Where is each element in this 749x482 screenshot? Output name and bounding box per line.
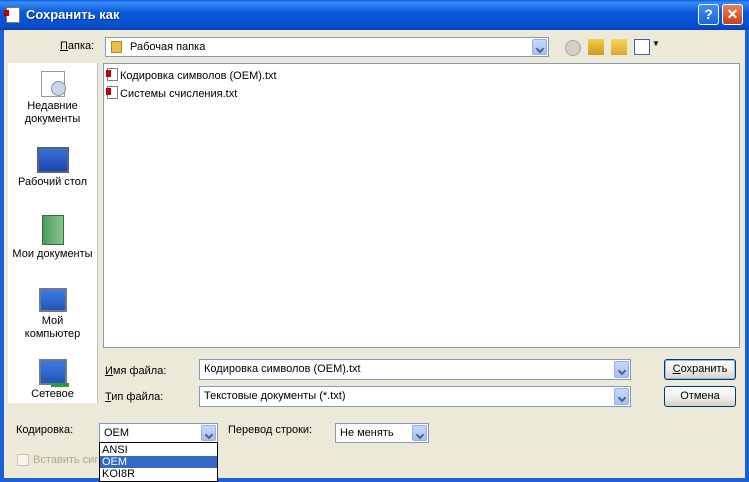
place-label: Рабочий стол: [17, 176, 88, 188]
insert-signature-checkbox[interactable]: [17, 454, 29, 466]
network-icon: [38, 359, 69, 387]
folder-icon: [111, 41, 122, 53]
recent-documents-icon: [40, 71, 66, 97]
cancel-button[interactable]: Отмена: [664, 386, 736, 407]
filetype-label: Тип файла:: [105, 391, 164, 403]
folder-dropdown[interactable]: Рабочая папка: [105, 37, 549, 57]
new-folder-icon[interactable]: [611, 39, 627, 55]
my-documents-icon: [41, 215, 64, 245]
encoding-dropdown[interactable]: OEM: [99, 423, 218, 443]
encoding-option-koi8r[interactable]: KOI8R: [100, 468, 217, 480]
text-file-icon: [106, 86, 118, 99]
save-as-dialog: Сохранить как ? ✕ Папка: Рабочая папка ▼…: [0, 0, 749, 482]
back-icon[interactable]: [565, 40, 581, 56]
view-menu-arrow-icon[interactable]: ▼: [652, 39, 660, 48]
place-desktop[interactable]: Рабочий стол: [8, 147, 97, 189]
place-network[interactable]: Сетевое: [8, 359, 97, 401]
notepad-document-icon: [4, 7, 20, 23]
dialog-body: Папка: Рабочая папка ▼ Недавние документ…: [4, 30, 745, 482]
encoding-dropdown-arrow[interactable]: [201, 425, 216, 441]
insert-signature-label: Вставить сиг: [33, 454, 99, 466]
linebreak-dropdown[interactable]: Не менять: [335, 423, 429, 443]
file-name: Системы счисления.txt: [120, 88, 238, 100]
view-menu-icon[interactable]: [634, 39, 650, 55]
close-button[interactable]: ✕: [722, 4, 743, 25]
filename-label: Имя файла:: [105, 365, 167, 377]
filetype-dropdown-arrow[interactable]: [614, 388, 629, 405]
encoding-label: Кодировка:: [16, 424, 74, 436]
desktop-icon: [36, 147, 69, 173]
folder-label: Папка:: [60, 40, 95, 52]
place-my-computer[interactable]: Мой компьютер: [8, 288, 97, 341]
file-list[interactable]: Кодировка символов (OEM).txt Системы счи…: [103, 63, 740, 348]
filename-value: Кодировка символов (OEM).txt: [204, 363, 361, 375]
places-bar: Недавние документы Рабочий стол Мои доку…: [8, 63, 98, 403]
up-folder-icon[interactable]: [588, 39, 604, 55]
file-name: Кодировка символов (OEM).txt: [120, 70, 277, 82]
place-label: Мои документы: [12, 248, 93, 260]
help-button[interactable]: ?: [698, 4, 719, 25]
encoding-option-oem[interactable]: OEM: [100, 456, 217, 468]
place-label: Сетевое: [31, 388, 74, 400]
filename-dropdown-arrow[interactable]: [614, 361, 629, 378]
encoding-option-ansi[interactable]: ANSI: [100, 444, 217, 456]
filetype-dropdown[interactable]: Текстовые документы (*.txt): [199, 386, 631, 407]
place-label: Мой компьютер: [24, 315, 81, 340]
list-item[interactable]: Кодировка символов (OEM).txt: [106, 68, 277, 82]
linebreak-label: Перевод строки:: [228, 424, 313, 436]
list-item[interactable]: Системы счисления.txt: [106, 86, 238, 100]
save-button[interactable]: Сохранить: [664, 359, 736, 380]
filetype-value: Текстовые документы (*.txt): [204, 390, 346, 402]
place-label: Недавние документы: [24, 100, 81, 125]
my-computer-icon: [38, 288, 67, 312]
folder-value: Рабочая папка: [130, 41, 206, 53]
place-my-documents[interactable]: Мои документы: [8, 215, 97, 261]
encoding-options-list[interactable]: ANSI OEM KOI8R: [99, 442, 218, 482]
text-file-icon: [106, 68, 118, 81]
folder-dropdown-arrow[interactable]: [532, 39, 547, 55]
linebreak-value: Не менять: [340, 427, 394, 439]
encoding-value: OEM: [104, 427, 130, 439]
dialog-title: Сохранить как: [26, 7, 120, 22]
title-bar[interactable]: Сохранить как ? ✕: [0, 0, 749, 30]
linebreak-dropdown-arrow[interactable]: [412, 425, 427, 441]
place-recent[interactable]: Недавние документы: [8, 71, 97, 126]
filename-input[interactable]: Кодировка символов (OEM).txt: [199, 359, 631, 380]
